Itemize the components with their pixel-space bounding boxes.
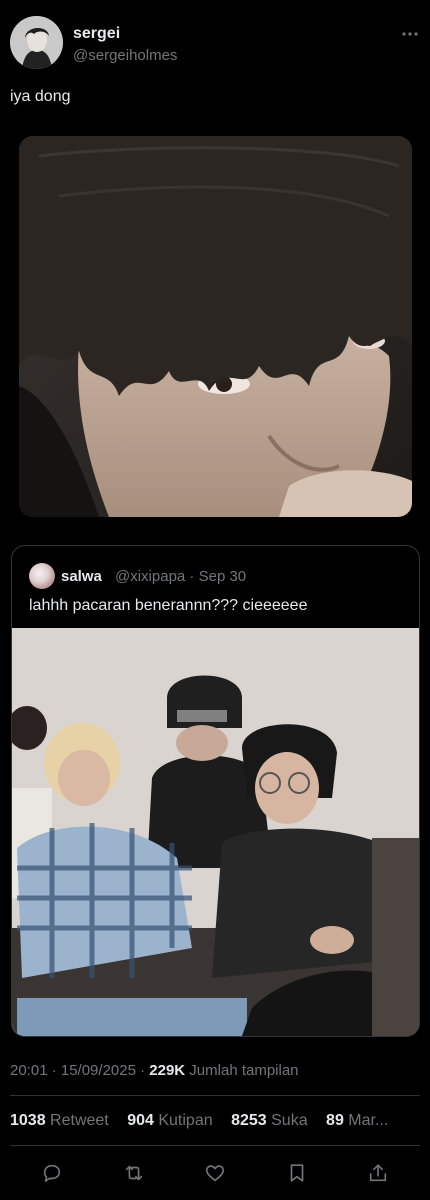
- bookmark-count: 89: [326, 1112, 344, 1129]
- author-display-name[interactable]: sergei: [73, 25, 120, 43]
- divider: [10, 1095, 420, 1096]
- tweet-photo[interactable]: [19, 136, 412, 517]
- retweet-count: 1038: [10, 1112, 46, 1129]
- author-handle[interactable]: @sergeiholmes: [73, 47, 177, 64]
- quoted-author-avatar[interactable]: [29, 563, 55, 589]
- tweet-header: sergei @sergeiholmes: [10, 16, 420, 70]
- action-bar: [40, 1158, 390, 1188]
- quote-count: 904: [127, 1112, 154, 1129]
- reply-icon[interactable]: [40, 1161, 64, 1185]
- tweet-text: iya dong: [10, 88, 71, 105]
- bookmarks-stat[interactable]: 89 Mar...: [326, 1112, 388, 1129]
- more-dots-icon[interactable]: [400, 24, 420, 44]
- tweet-timestamp: 20:01 · 15/09/2025 · 229K Jumlah tampila…: [10, 1062, 299, 1079]
- bookmark-label: Mar...: [348, 1112, 389, 1129]
- quoted-tweet[interactable]: salwa @xixipapa · Sep 30 lahhh pacaran b…: [11, 545, 420, 1037]
- retweet-label: Retweet: [50, 1112, 109, 1129]
- retweet-icon[interactable]: [122, 1161, 146, 1185]
- views-label: Jumlah tampilan: [185, 1062, 299, 1079]
- retweets-stat[interactable]: 1038 Retweet: [10, 1112, 109, 1129]
- likes-stat[interactable]: 8253 Suka: [231, 1112, 308, 1129]
- like-label: Suka: [271, 1112, 308, 1129]
- like-count: 8253: [231, 1112, 267, 1129]
- quote-label: Kutipan: [158, 1112, 213, 1129]
- quoted-tweet-photo[interactable]: [12, 628, 419, 1036]
- divider: [10, 1145, 420, 1146]
- quotes-stat[interactable]: 904 Kutipan: [127, 1112, 212, 1129]
- share-icon[interactable]: [366, 1161, 390, 1185]
- views-count: 229K: [149, 1062, 186, 1079]
- tweet-time: 20:01 · 15/09/2025 ·: [10, 1062, 150, 1079]
- bookmark-icon[interactable]: [285, 1161, 309, 1185]
- quoted-tweet-text: lahhh pacaran benerannn??? cieeeeee: [29, 597, 308, 614]
- quoted-author-meta: @xixipapa · Sep 30: [115, 568, 247, 585]
- heart-icon[interactable]: [203, 1161, 227, 1185]
- author-avatar[interactable]: [10, 16, 63, 69]
- quoted-author-name[interactable]: salwa: [61, 568, 102, 585]
- engagement-stats: 1038 Retweet 904 Kutipan 8253 Suka 89 Ma…: [10, 1112, 420, 1134]
